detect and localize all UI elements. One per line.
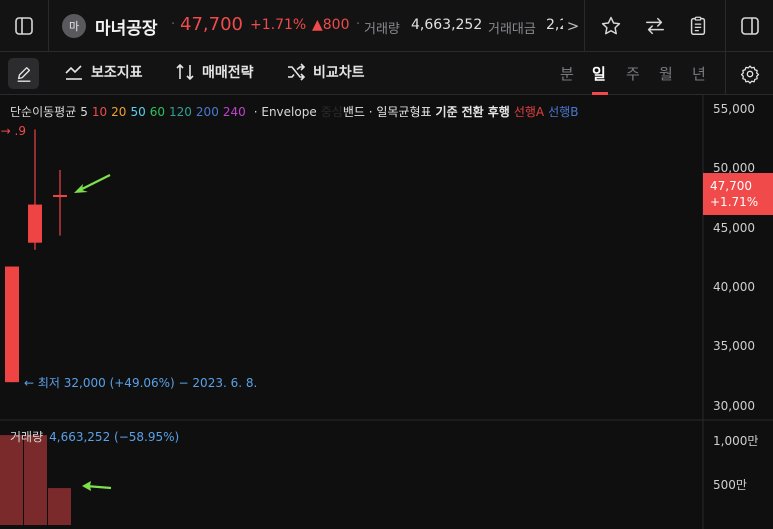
volume-bar[interactable] [24, 435, 47, 525]
sma-period-10: 10 [91, 105, 108, 119]
volume-axis-tick: 500만 [713, 478, 747, 492]
ichimoku-item-3: 선행A [513, 105, 545, 119]
envelope-label: · Envelope [253, 105, 317, 119]
annotation-arrow-price [74, 174, 111, 193]
envelope-center-label: 중심 [320, 105, 343, 119]
shuffle-icon [288, 63, 306, 81]
candle-group [5, 129, 67, 383]
price-chart[interactable] [0, 95, 773, 529]
sidebar-left-icon [15, 17, 33, 35]
star-icon [601, 16, 621, 35]
sidebar-toggle-button[interactable] [0, 0, 48, 52]
sma-label: 단순이동평균 [10, 105, 77, 119]
stock-name[interactable]: 마녀공장 [95, 14, 158, 39]
period-tab-minute[interactable]: 분 [560, 63, 574, 84]
ichimoku-item-1: 전환 [461, 105, 484, 119]
sma-period-list: 5 10 20 50 60 120 200 240 [80, 105, 249, 119]
current-price: 47,700 [180, 14, 243, 35]
band-ichimoku-label: 밴드 · 일목균형표 [342, 105, 432, 119]
sma-period-60: 60 [149, 105, 166, 119]
memo-button[interactable] [683, 0, 713, 52]
price-axis-tick: 55,000 [713, 102, 755, 116]
trade-amount-label: 거래대금 [488, 22, 536, 37]
buy-sell-arrows-icon [176, 63, 194, 81]
ichimoku-item-0: 기준 [435, 105, 458, 119]
price-axis-tick: 40,000 [713, 280, 755, 294]
volume-bar[interactable] [0, 435, 23, 525]
switch-stock-button[interactable] [640, 0, 670, 52]
drawing-tool-button[interactable] [8, 58, 39, 89]
volume-bars [0, 435, 71, 525]
gear-icon [740, 64, 759, 84]
chart-toolbar: 보조지표 매매전략 비교차트 분 일 주 월 년 [0, 52, 773, 95]
separator-dot: · [356, 17, 361, 32]
volume-legend-label: 거래량 [10, 430, 44, 444]
sidebar-right-icon [740, 17, 759, 35]
sma-period-200: 200 [195, 105, 219, 119]
pencil-icon [17, 66, 30, 82]
chart-settings-button[interactable] [726, 52, 773, 95]
volume-label: 거래량 [364, 22, 400, 37]
top-bar: 마 마녀공장 · 47,700 +1.71% ▲800 · 거래량 4,663,… [0, 0, 773, 52]
candle-body[interactable] [53, 195, 67, 198]
period-tab-month[interactable]: 월 [659, 63, 673, 84]
sma-period-20: 20 [111, 105, 127, 119]
volume-value: 4,663,252 [411, 17, 483, 33]
right-panel-toggle-button[interactable] [726, 0, 773, 52]
header-scroll-right-button[interactable]: > [563, 0, 583, 52]
trend-line-icon [65, 65, 82, 80]
stock-avatar: 마 [62, 14, 86, 38]
swap-arrows-icon [646, 17, 664, 35]
volume-legend: 거래량 4,663,252 (−58.95%) [10, 428, 179, 445]
candle-body[interactable] [28, 204, 42, 243]
ichimoku-item-4: 선행B [548, 105, 579, 119]
period-tab-day[interactable]: 일 [592, 63, 606, 84]
compare-label: 비교차트 [313, 65, 365, 81]
change-value: ▲800 [312, 17, 350, 33]
clipboard-icon [690, 16, 706, 35]
separator-dot: · [171, 17, 176, 32]
sma-period-5: 5 [80, 105, 88, 119]
indicators-button[interactable]: 보조지표 [64, 62, 143, 82]
indicators-label: 보조지표 [91, 65, 143, 81]
trade-amount-value: 2,2 [546, 17, 563, 33]
change-percent: +1.71% [250, 17, 307, 33]
indicator-legend[interactable]: 단순이동평균 5 10 20 50 60 120 200 240 · Envelope 중심밴드 ·… [10, 103, 586, 120]
volume-axis-tick: 1,000만 [713, 434, 759, 448]
sma-period-120: 120 [169, 105, 192, 119]
volume-bar[interactable] [48, 488, 71, 525]
period-tab-year[interactable]: 년 [692, 63, 706, 84]
compare-button[interactable]: 비교차트 [286, 62, 365, 82]
volume-legend-value: 4,663,252 (−58.95%) [49, 430, 180, 444]
candle-body[interactable] [5, 266, 19, 383]
sma-period-50: 50 [130, 105, 146, 119]
price-tag-percent: +1.71% [710, 195, 759, 209]
current-price-tag: 47,700 +1.71% [703, 173, 773, 215]
top-left-hint: 9. → [0, 124, 26, 138]
sma-period-240: 240 [222, 105, 246, 119]
favorite-button[interactable] [596, 0, 626, 52]
price-tag-value: 47,700 [710, 179, 752, 193]
price-axis-tick: 30,000 [713, 399, 755, 413]
ichimoku-item-list: 기준 전환 후행 선행A 선행B [436, 105, 583, 119]
price-axis-tick: 35,000 [713, 339, 755, 353]
strategy-button[interactable]: 매매전략 [175, 62, 254, 82]
annotation-arrow-volume [82, 481, 112, 491]
period-tab-week[interactable]: 주 [626, 63, 640, 84]
price-axis-tick: 45,000 [713, 221, 755, 235]
low-price-annotation: ← 최저 32,000 (+49.06%) − 2023. 6. 8. [24, 376, 258, 390]
strategy-label: 매매전략 [202, 65, 254, 81]
ichimoku-item-2: 후행 [487, 105, 510, 119]
